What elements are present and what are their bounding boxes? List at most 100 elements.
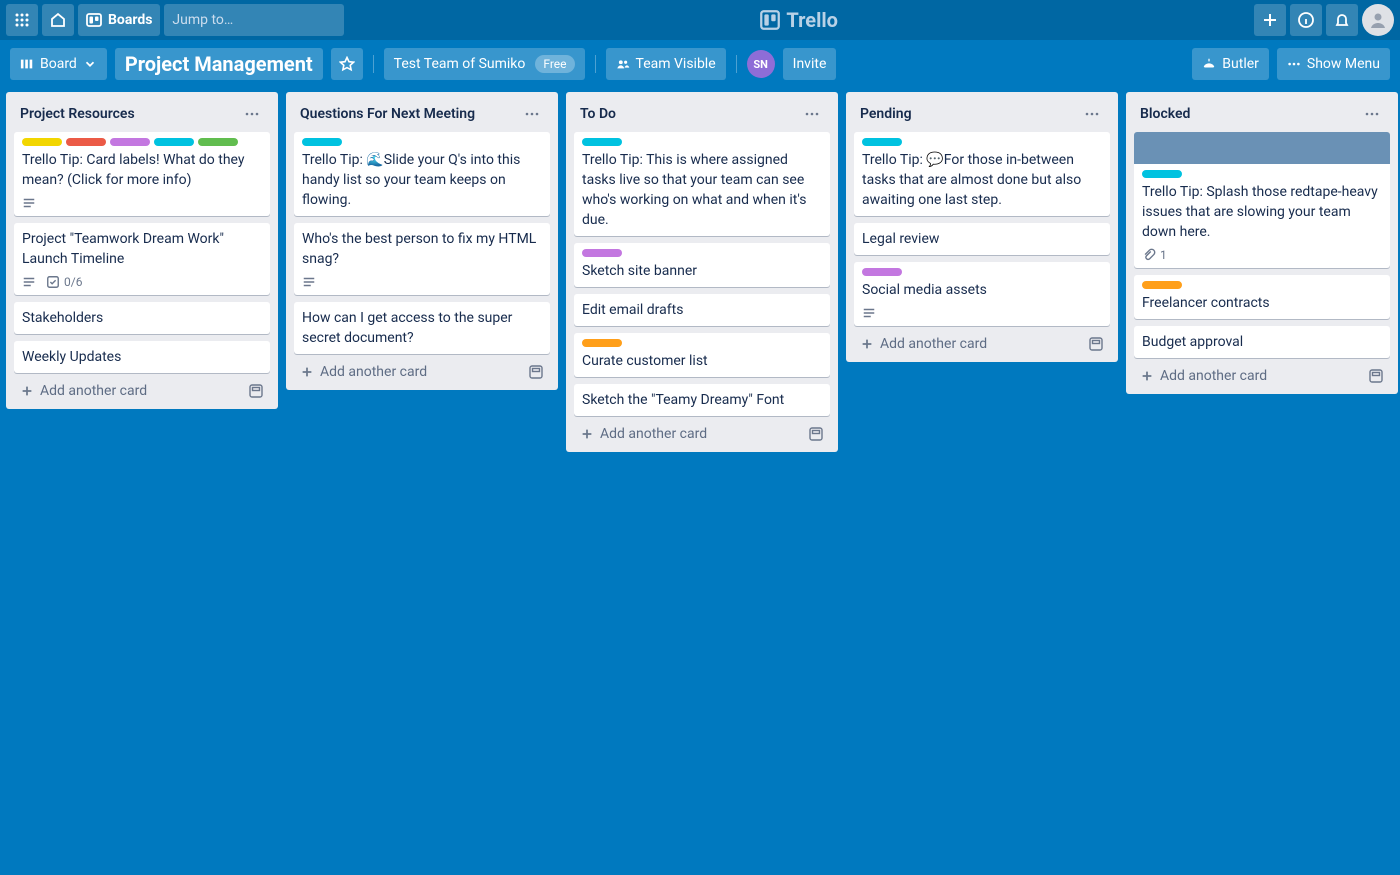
description-icon (862, 306, 876, 320)
card[interactable]: Trello Tip: Splash those redtape-heavy i… (1134, 132, 1390, 268)
visibility-button[interactable]: Team Visible (606, 48, 726, 80)
card[interactable]: Trello Tip: Card labels! What do they me… (14, 132, 270, 216)
plus-icon (1262, 12, 1278, 28)
description-badge (302, 275, 316, 289)
card-title: Trello Tip: This is where assigned tasks… (582, 150, 822, 230)
label-sky[interactable] (862, 138, 902, 146)
card-title: Trello Tip: Card labels! What do they me… (22, 150, 262, 190)
boards-label: Boards (108, 12, 152, 28)
list-menu-button[interactable] (240, 102, 264, 126)
label-sky[interactable] (1142, 170, 1182, 178)
card[interactable]: Sketch site banner (574, 243, 830, 287)
search-container[interactable] (164, 4, 344, 36)
global-header: Boards Trello (0, 0, 1400, 40)
description-badge (22, 275, 36, 289)
card[interactable]: Budget approval (1134, 326, 1390, 358)
add-card-button[interactable]: Add another card (852, 328, 1112, 356)
list-header: To Do (572, 98, 832, 130)
app-logo[interactable]: Trello (348, 8, 1250, 32)
list-title[interactable]: Pending (860, 106, 1080, 122)
card[interactable]: Stakeholders (14, 302, 270, 334)
add-card-button[interactable]: Add another card (12, 375, 272, 403)
chevron-down-icon (83, 57, 97, 71)
card[interactable]: Freelancer contracts (1134, 275, 1390, 319)
card[interactable]: Edit email drafts (574, 294, 830, 326)
divider (736, 55, 737, 73)
list-menu-button[interactable] (1080, 102, 1104, 126)
card[interactable]: Social media assets (854, 262, 1110, 326)
member-avatar[interactable]: SN (747, 50, 775, 78)
list-title[interactable]: To Do (580, 106, 800, 122)
label-purple[interactable] (862, 268, 902, 276)
list-title[interactable]: Project Resources (20, 106, 240, 122)
card[interactable]: Legal review (854, 223, 1110, 255)
visibility-label: Team Visible (636, 56, 716, 72)
boards-button[interactable]: Boards (78, 4, 160, 36)
star-button[interactable] (331, 48, 363, 80)
card-title: Trello Tip: 💬For those in-between tasks … (862, 150, 1102, 210)
user-avatar[interactable] (1362, 4, 1394, 36)
description-badge (862, 306, 876, 320)
add-card-button[interactable]: Add another card (1132, 360, 1392, 388)
label-orange[interactable] (1142, 281, 1182, 289)
search-input[interactable] (172, 12, 350, 28)
add-card-button[interactable]: Add another card (572, 418, 832, 446)
info-button[interactable] (1290, 4, 1322, 36)
board-canvas[interactable]: Project Resources Trello Tip: Card label… (0, 88, 1400, 875)
card[interactable]: How can I get access to the super secret… (294, 302, 550, 354)
plus-icon (20, 384, 34, 398)
card-title: Sketch site banner (582, 261, 822, 281)
label-yellow[interactable] (22, 138, 62, 146)
list: Blocked Trello Tip: Splash those redtape… (1126, 92, 1398, 394)
show-menu-button[interactable]: Show Menu (1277, 48, 1390, 80)
create-from-template-button[interactable] (1368, 368, 1384, 384)
view-switch-button[interactable]: Board (10, 48, 107, 80)
create-from-template-button[interactable] (1088, 336, 1104, 352)
create-from-template-button[interactable] (528, 364, 544, 380)
label-purple[interactable] (582, 249, 622, 257)
create-from-template-button[interactable] (808, 426, 824, 442)
avatar-icon (1368, 10, 1388, 30)
list-menu-button[interactable] (800, 102, 824, 126)
label-sky[interactable] (302, 138, 342, 146)
list-header: Questions For Next Meeting (292, 98, 552, 130)
card[interactable]: Trello Tip: 💬For those in-between tasks … (854, 132, 1110, 216)
list: Pending Trello Tip: 💬For those in-betwee… (846, 92, 1118, 362)
apps-button[interactable] (6, 4, 38, 36)
ellipsis-icon (1287, 57, 1301, 71)
card[interactable]: Who's the best person to fix my HTML sna… (294, 223, 550, 295)
plus-icon (860, 337, 874, 351)
label-red[interactable] (66, 138, 106, 146)
template-icon (1088, 336, 1104, 352)
label-green[interactable] (198, 138, 238, 146)
list-title[interactable]: Questions For Next Meeting (300, 106, 520, 122)
invite-button[interactable]: Invite (783, 48, 837, 80)
list-title[interactable]: Blocked (1140, 106, 1360, 122)
list-menu-button[interactable] (1360, 102, 1384, 126)
divider (373, 55, 374, 73)
label-sky[interactable] (154, 138, 194, 146)
card[interactable]: Project "Teamwork Dream Work" Launch Tim… (14, 223, 270, 295)
card[interactable]: Curate customer list (574, 333, 830, 377)
card-badges: 1 (1142, 248, 1382, 262)
ellipsis-icon (1364, 106, 1380, 122)
notifications-button[interactable] (1326, 4, 1358, 36)
create-from-template-button[interactable] (248, 383, 264, 399)
label-sky[interactable] (582, 138, 622, 146)
label-purple[interactable] (110, 138, 150, 146)
butler-button[interactable]: Butler (1192, 48, 1269, 80)
list-menu-button[interactable] (520, 102, 544, 126)
card[interactable]: Weekly Updates (14, 341, 270, 373)
card[interactable]: Sketch the "Teamy Dreamy" Font (574, 384, 830, 416)
bell-icon (1334, 12, 1350, 28)
label-orange[interactable] (582, 339, 622, 347)
attachment-badge: 1 (1142, 248, 1167, 262)
card[interactable]: Trello Tip: 🌊Slide your Q's into this ha… (294, 132, 550, 216)
create-button[interactable] (1254, 4, 1286, 36)
add-card-button[interactable]: Add another card (292, 356, 552, 384)
card[interactable]: Trello Tip: This is where assigned tasks… (574, 132, 830, 236)
divider (595, 55, 596, 73)
team-button[interactable]: Test Team of Sumiko Free (384, 48, 585, 80)
board-title[interactable]: Project Management (115, 48, 323, 80)
home-button[interactable] (42, 4, 74, 36)
